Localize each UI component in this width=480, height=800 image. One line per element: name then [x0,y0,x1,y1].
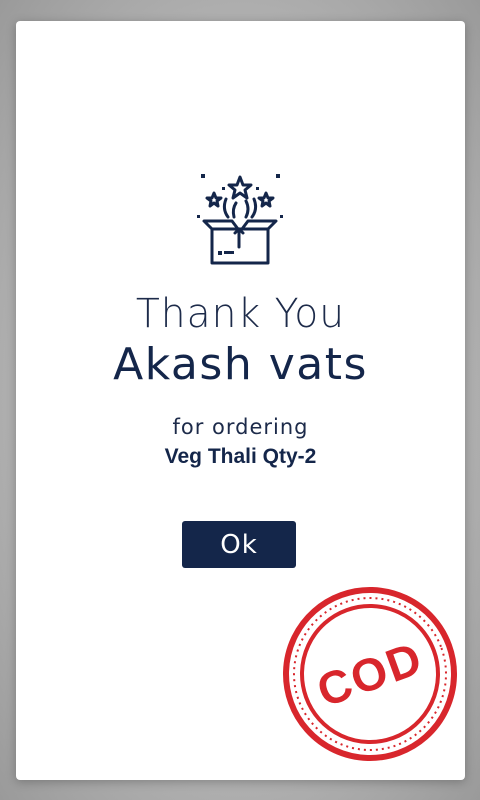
stamp-text: COD [310,631,429,717]
for-ordering-label: for ordering [172,415,309,439]
ok-button[interactable]: Ok [182,521,296,568]
customer-name: Akash vats [113,339,368,390]
cod-stamp: COD [283,587,457,761]
order-confirmation-dialog: Thank You Akash vats for ordering Veg Th… [16,21,465,780]
thank-you-heading: Thank You [135,291,346,337]
gift-box-celebration-icon [197,174,283,265]
order-item-summary: Veg Thali Qty-2 [164,445,317,468]
